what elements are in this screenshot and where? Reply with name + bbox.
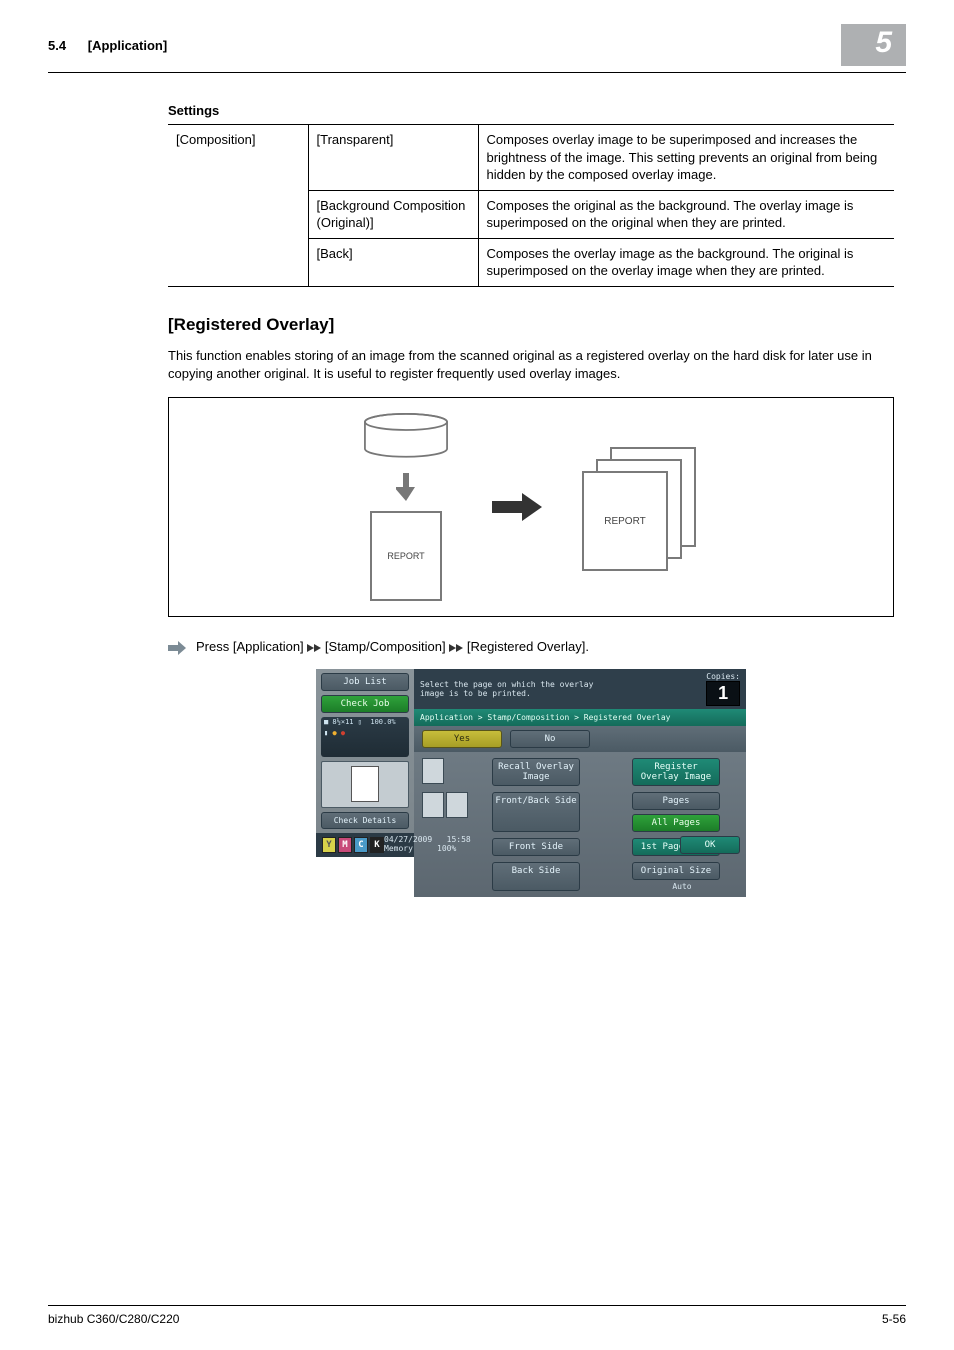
footer-model: bizhub C360/C280/C220 <box>48 1312 179 1326</box>
nav-seg2: [Stamp/Composition] <box>325 639 446 654</box>
front-back-button[interactable]: Front/Back Side <box>492 792 580 832</box>
transparent-option: [Transparent] <box>308 125 478 191</box>
datetime-memory: 04/27/2009 15:58 Memory 100% <box>384 836 471 854</box>
disk-icon <box>360 413 452 463</box>
breadcrumb-arrow-icon <box>449 644 463 652</box>
pages-button[interactable]: Pages <box>632 792 720 810</box>
report-doc: REPORT <box>370 511 442 601</box>
header-rule <box>48 72 906 73</box>
result-docs: REPORT <box>582 447 702 567</box>
back-side-button[interactable]: Back Side <box>492 862 580 891</box>
job-list-button[interactable]: Job List <box>321 673 409 691</box>
chapter-number: 5 <box>841 24 906 66</box>
toner-m: M <box>338 837 352 853</box>
nav-seg3: [Registered Overlay]. <box>467 639 589 654</box>
toner-c: C <box>354 837 368 853</box>
register-overlay-button[interactable]: Register Overlay Image <box>632 758 720 786</box>
check-details-button[interactable]: Check Details <box>321 812 409 829</box>
thumb-1 <box>422 758 482 786</box>
composition-cell: [Composition] <box>168 125 308 287</box>
all-pages-button[interactable]: All Pages <box>632 814 720 832</box>
section-heading: [Registered Overlay] <box>168 315 894 335</box>
background-comp-option: [Background Composition (Original)] <box>308 190 478 238</box>
goto-arrow-icon <box>168 641 186 655</box>
toner-levels: Y M C K <box>322 837 384 853</box>
arrow-down-icon <box>396 473 416 501</box>
zoom-value: 100.0% <box>370 718 395 726</box>
preview-panel <box>321 761 409 809</box>
section-body: This function enables storing of an imag… <box>168 347 894 383</box>
device-screenshot: Job List Check Job ■ 8½×11 ▯ 100.0% ▮ ● … <box>316 669 746 857</box>
background-comp-desc: Composes the original as the background.… <box>478 190 894 238</box>
section-number: 5.4 <box>48 38 66 53</box>
copies-value: 1 <box>706 681 740 706</box>
back-option: [Back] <box>308 238 478 286</box>
status-panel: ■ 8½×11 ▯ 100.0% ▮ ● ● <box>321 717 409 756</box>
check-job-button[interactable]: Check Job <box>321 695 409 713</box>
toner-k: K <box>370 837 384 853</box>
section-title: [Application] <box>88 38 167 53</box>
yes-button[interactable]: Yes <box>422 730 502 748</box>
navigation-instruction: Press [Application] [Stamp/Composition] … <box>168 639 894 655</box>
footer-page: 5-56 <box>882 1312 906 1326</box>
recall-overlay-button[interactable]: Recall Overlay Image <box>492 758 580 786</box>
report-label: REPORT <box>387 551 424 561</box>
no-button[interactable]: No <box>510 730 590 748</box>
original-size-label[interactable]: Original Size <box>632 862 720 880</box>
breadcrumb: Application > Stamp/Composition > Regist… <box>414 709 746 726</box>
settings-table: [Composition] [Transparent] Composes ove… <box>168 124 894 287</box>
table-caption: Settings <box>168 103 894 118</box>
transparent-desc: Composes overlay image to be superimpose… <box>478 125 894 191</box>
nav-prefix: Press <box>196 639 233 654</box>
thumb-2 <box>422 792 482 832</box>
running-header: 5.4 [Application] <box>48 38 167 53</box>
overlay-diagram: REPORT REPORT <box>168 397 894 617</box>
copies-label: Copies: <box>706 672 740 681</box>
nav-seg1: [Application] <box>233 639 304 654</box>
prompt-text: Select the page on which the overlay ima… <box>420 680 620 699</box>
toner-y: Y <box>322 837 336 853</box>
original-size-value: Auto <box>632 882 732 891</box>
ok-button[interactable]: OK <box>680 836 740 854</box>
back-desc: Composes the overlay image as the backgr… <box>478 238 894 286</box>
front-side-button[interactable]: Front Side <box>492 838 580 856</box>
breadcrumb-arrow-icon <box>307 644 321 652</box>
arrow-right-icon <box>492 493 542 521</box>
report-label-2: REPORT <box>604 516 646 527</box>
